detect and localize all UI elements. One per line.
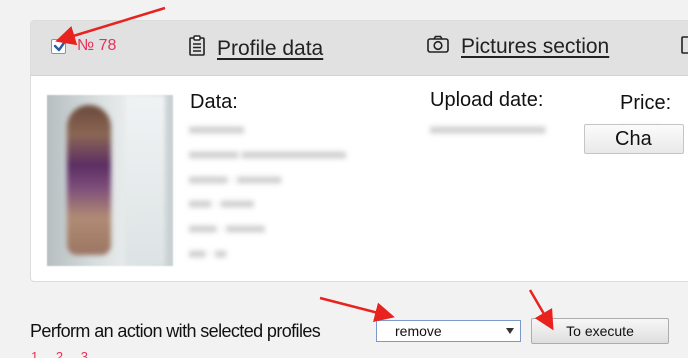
bulk-action-label: Perform an action with selected profiles <box>30 321 321 341</box>
pagination: 1 2 3 <box>31 349 102 358</box>
blurred-upload-date: xxxxxxxxxxxxxxxxxxxxx <box>430 124 546 136</box>
tab-pictures-section[interactable]: Pictures section <box>427 35 609 59</box>
change-button[interactable]: Cha <box>584 124 684 154</box>
blurred-field: xxxx · xxxxxx <box>189 198 254 210</box>
data-title: Data: <box>190 91 238 113</box>
tab-pictures-section-label: Pictures section <box>461 35 610 58</box>
clipboard-icon <box>189 35 205 62</box>
bulk-action-select[interactable]: remove <box>376 320 521 342</box>
blurred-field: xxx · xx <box>189 248 227 260</box>
blurred-field: xxxxxxx · xxxxxxxx <box>189 174 282 186</box>
tab-next[interactable] <box>681 35 688 61</box>
tab-profile-data[interactable]: Profile data <box>189 35 323 62</box>
blurred-field: xxxxxxxxx xxxxxxxxxxxxxxxxxxx <box>189 149 347 161</box>
blurred-field: xxxxx · xxxxxxx <box>189 223 265 235</box>
profile-number: № 78 <box>77 37 117 54</box>
page-link[interactable]: 2 <box>56 349 63 358</box>
profile-photo <box>47 95 173 266</box>
page-link[interactable]: 3 <box>81 349 88 358</box>
dropdown-arrow-icon <box>506 328 514 334</box>
execute-button[interactable]: To execute <box>531 318 669 344</box>
blurred-field: xxxxxxxxxx <box>189 124 244 136</box>
bulk-action-selected-value: remove <box>395 323 442 339</box>
price-title: Price: <box>620 92 672 114</box>
document-icon <box>681 35 688 61</box>
checkmark-icon <box>53 38 68 52</box>
select-profile-checkbox[interactable] <box>51 38 68 54</box>
annotation-arrow <box>319 296 395 322</box>
upload-date-title: Upload date: <box>430 89 544 111</box>
camera-icon <box>427 35 449 59</box>
page: № 78 Profile data Pictures section Data:… <box>0 0 688 358</box>
tab-profile-data-label: Profile data <box>217 36 324 60</box>
card-header: № 78 Profile data Pictures section <box>31 21 688 76</box>
page-link[interactable]: 1 <box>31 349 38 358</box>
